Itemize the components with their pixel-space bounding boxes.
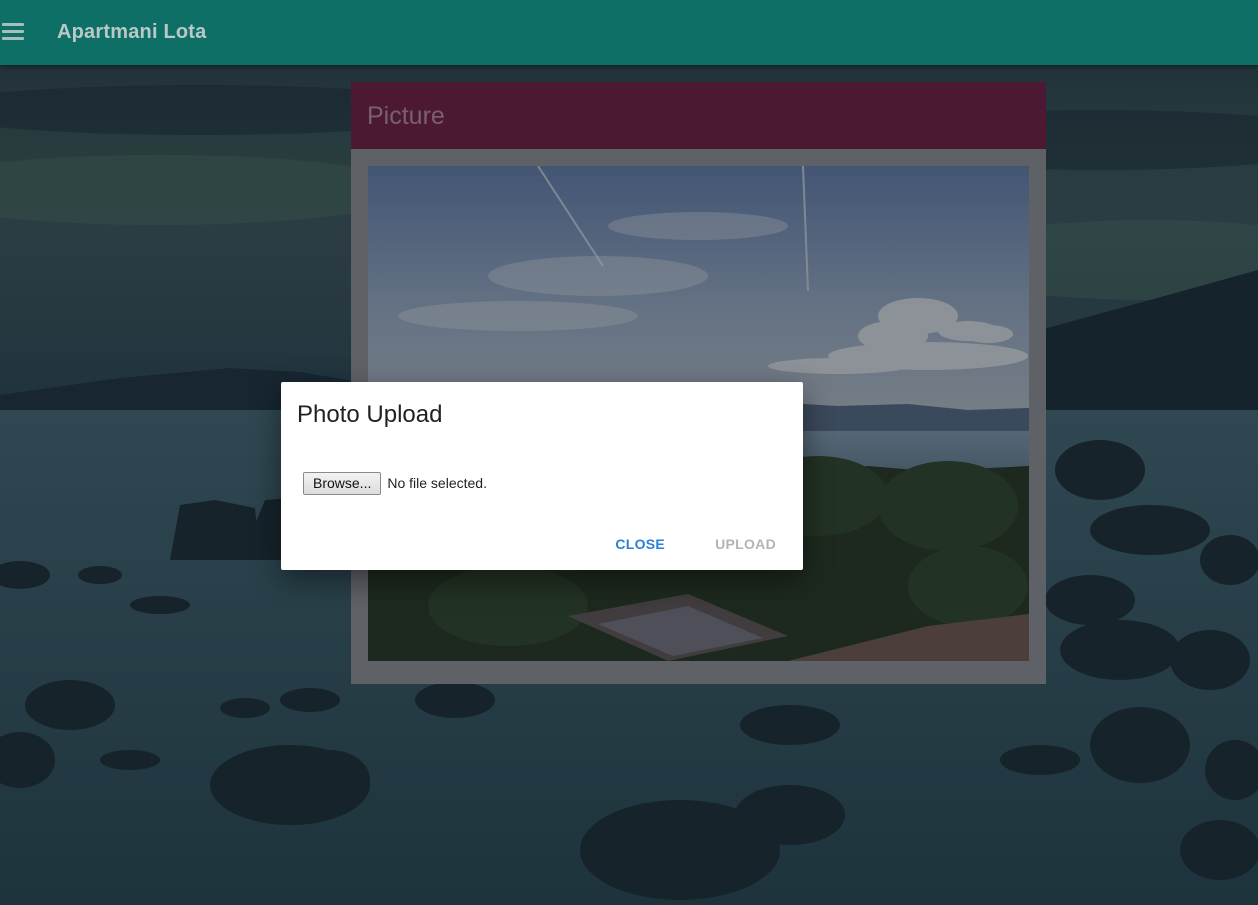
browse-button[interactable]: Browse... [303, 471, 382, 495]
file-input: Browse... No file selected. [303, 471, 487, 495]
app-bar: Apartmani Lota [0, 0, 1258, 65]
close-button[interactable]: CLOSE [604, 532, 676, 556]
dialog-actions: CLOSE UPLOAD [576, 532, 787, 556]
upload-button[interactable]: UPLOAD [704, 532, 787, 556]
hamburger-menu-icon[interactable] [2, 23, 24, 41]
app-title: Apartmani Lota [57, 21, 207, 43]
photo-upload-dialog: Photo Upload Browse... No file selected.… [281, 382, 803, 570]
dialog-title: Photo Upload [297, 401, 443, 428]
file-status-text: No file selected. [387, 475, 487, 491]
